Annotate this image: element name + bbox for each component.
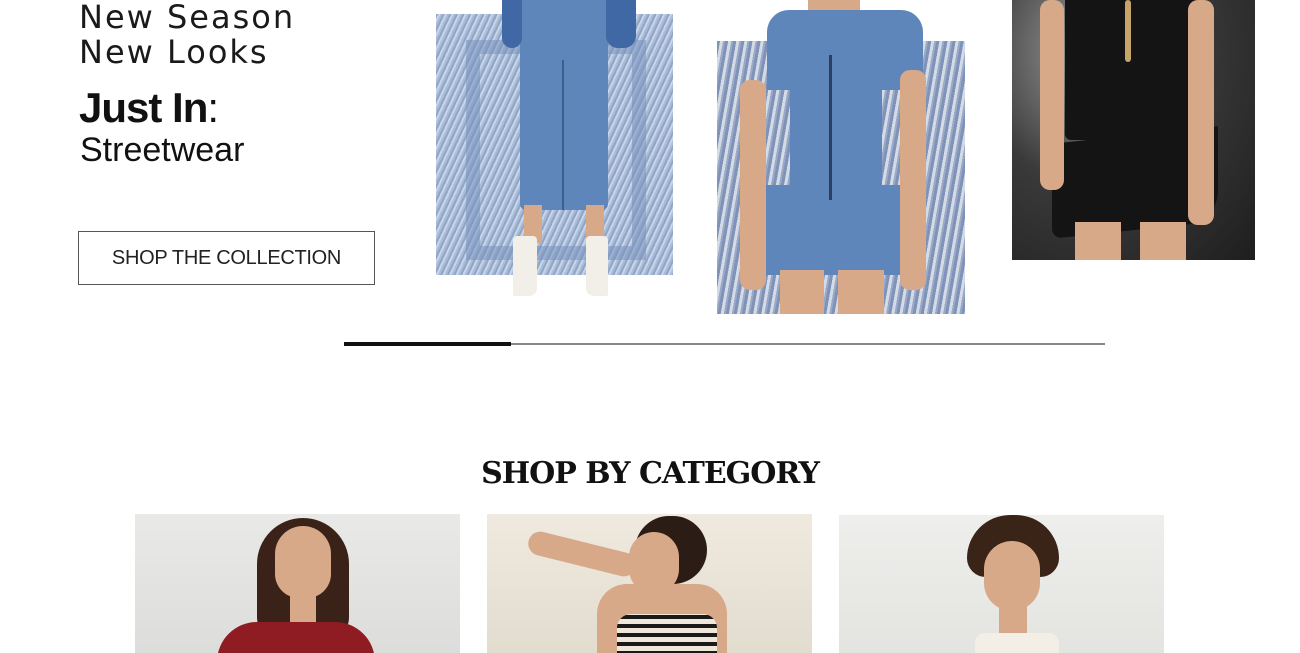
carousel-progress-thumb[interactable] <box>344 342 511 346</box>
category-card-shirts[interactable] <box>839 515 1164 653</box>
right-arm <box>900 70 926 290</box>
right-thigh <box>838 270 884 314</box>
left-thigh <box>780 270 824 314</box>
hero-subtitle: Streetwear <box>80 131 245 169</box>
hero-line-new-season: New Season <box>79 0 296 36</box>
just-in-label: Just In <box>79 84 208 131</box>
necklace-pendant <box>1125 0 1131 62</box>
left-arm <box>740 80 766 290</box>
raised-arm <box>525 529 639 579</box>
model-face <box>275 526 331 598</box>
right-arm <box>1188 0 1214 225</box>
red-sweater <box>217 622 375 653</box>
category-card-knitwear[interactable] <box>135 514 460 653</box>
right-boot <box>586 236 608 296</box>
model-neck <box>290 594 316 624</box>
just-in-colon: : <box>207 84 219 131</box>
just-in-heading: Just In: <box>79 84 219 132</box>
striped-tank <box>617 614 717 653</box>
shop-by-category-heading: SHOP BY CATEGORY <box>481 456 820 491</box>
right-leg <box>1140 222 1186 260</box>
denim-dress-figure <box>520 0 608 210</box>
category-card-tops[interactable] <box>487 514 812 653</box>
dress-slit <box>562 60 564 210</box>
left-boot <box>513 236 537 296</box>
model-face <box>984 541 1040 611</box>
white-collar-shirt <box>975 633 1059 653</box>
shop-the-collection-button[interactable]: SHOP THE COLLECTION <box>78 231 375 285</box>
hero-line-new-looks: New Looks <box>79 33 269 71</box>
dress-zipper <box>829 55 832 200</box>
hero-headline: New Season New Looks <box>79 0 295 70</box>
right-sleeve <box>606 0 636 48</box>
dress-waist <box>790 88 882 188</box>
left-sleeve <box>502 0 522 48</box>
left-arm <box>1040 0 1064 190</box>
left-leg <box>1075 222 1121 260</box>
